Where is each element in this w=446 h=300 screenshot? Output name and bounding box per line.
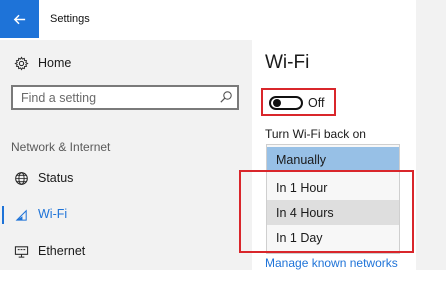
page-title: Wi-Fi: [265, 52, 310, 73]
search-icon[interactable]: [219, 90, 233, 104]
wifi-toggle[interactable]: [269, 96, 303, 110]
back-button[interactable]: [0, 0, 39, 38]
main-content: Wi-Fi Off Turn Wi-Fi back on Manually In…: [239, 40, 416, 270]
sidebar-item-label: Home: [38, 56, 72, 70]
sidebar-item-wifi[interactable]: Wi-Fi: [0, 199, 252, 229]
sidebar: Home Network & Internet Status: [0, 40, 252, 270]
title-bar: Settings: [0, 0, 416, 40]
toggle-state-label: Off: [308, 96, 325, 110]
window-title: Settings: [50, 13, 90, 25]
section-header: Network & Internet: [11, 140, 111, 154]
ethernet-icon: [13, 243, 29, 259]
dropdown-option-manually[interactable]: Manually: [267, 147, 399, 172]
gear-icon: [13, 55, 29, 71]
search-box[interactable]: [11, 85, 239, 110]
wifi-icon: [13, 206, 29, 222]
options-highlight-box: [239, 170, 414, 253]
search-input[interactable]: [13, 87, 213, 108]
window-edge: [416, 0, 446, 270]
toggle-knob: [273, 99, 281, 107]
sidebar-item-label: Wi-Fi: [38, 207, 68, 221]
sidebar-item-label: Ethernet: [38, 244, 86, 258]
settings-window: Settings Home Network & Internet: [0, 0, 446, 300]
manage-known-networks-link[interactable]: Manage known networks: [265, 256, 398, 270]
turn-back-on-label: Turn Wi-Fi back on: [265, 127, 366, 141]
sidebar-item-ethernet[interactable]: Ethernet: [0, 236, 252, 266]
back-arrow-icon: [13, 14, 26, 24]
sidebar-item-label: Status: [38, 171, 74, 185]
globe-icon: [13, 170, 29, 186]
sidebar-item-home[interactable]: Home: [0, 48, 252, 78]
sidebar-item-status[interactable]: Status: [0, 163, 252, 193]
